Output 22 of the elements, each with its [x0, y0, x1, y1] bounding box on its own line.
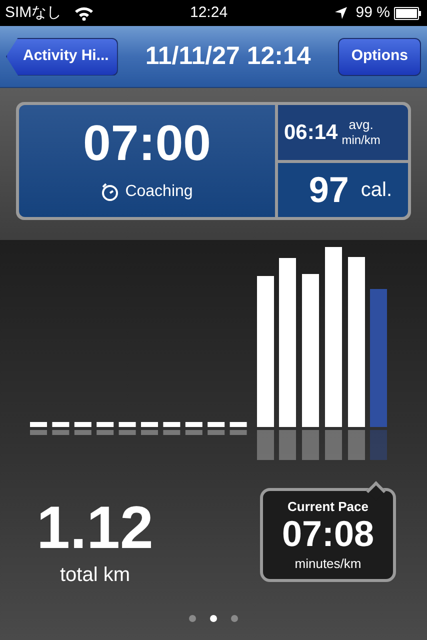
- pace-unit-label: min/km: [342, 132, 380, 148]
- calories-value: 97: [308, 168, 349, 212]
- average-pace-value: 06:14: [284, 120, 338, 146]
- navigation-title: 11/11/27 12:14: [144, 40, 312, 72]
- carrier-text: SIMなし: [5, 2, 62, 23]
- distance-unit: total km: [60, 563, 130, 588]
- battery-icon: [394, 6, 422, 20]
- options-button[interactable]: Options: [338, 38, 421, 76]
- distance-value: 1.12: [36, 498, 154, 558]
- duration-value: 07:00: [83, 118, 211, 168]
- clock-text: 12:24: [190, 2, 228, 23]
- wifi-icon: [74, 6, 94, 20]
- back-button[interactable]: Activity Hi...: [6, 38, 118, 76]
- calories-unit: cal.: [360, 178, 392, 203]
- battery-percent-text: 99 %: [356, 2, 390, 23]
- current-pace-unit: minutes/km: [294, 555, 362, 573]
- location-arrow-icon: [334, 6, 348, 20]
- stopwatch-icon: [101, 183, 120, 201]
- current-pace-value: 07:08: [282, 516, 374, 552]
- average-label: avg.: [348, 116, 374, 133]
- current-pace-label: Current Pace: [288, 498, 368, 516]
- mode-label: Coaching: [125, 182, 193, 202]
